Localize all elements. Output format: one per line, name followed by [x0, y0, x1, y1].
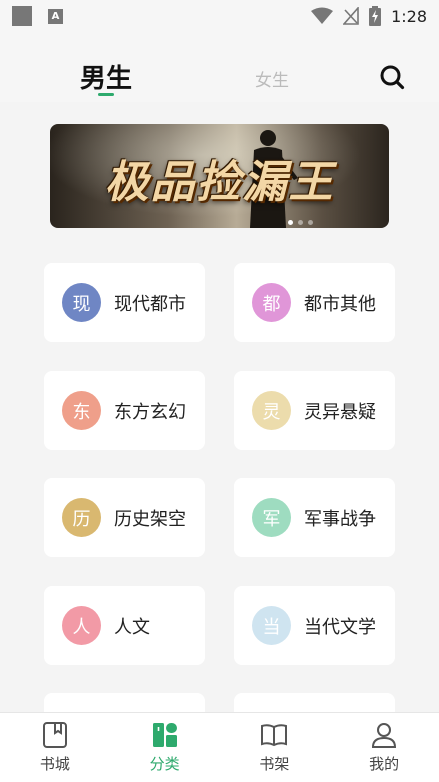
category-badge: 军	[252, 498, 291, 537]
nav-profile[interactable]: 我的	[329, 713, 439, 782]
nav-book-city[interactable]: 书城	[0, 713, 110, 782]
category-badge: 灵	[252, 391, 291, 430]
tab-female[interactable]: 女生	[255, 66, 289, 91]
nav-label: 书架	[259, 755, 290, 773]
search-icon[interactable]	[379, 64, 405, 90]
category-label: 历史架空	[114, 508, 186, 530]
category-badge: 现	[62, 283, 101, 322]
nav-bookshelf[interactable]: 书架	[220, 713, 330, 782]
no-signal-icon	[343, 7, 359, 25]
category-label: 当代文学	[304, 616, 376, 638]
category-label: 东方玄幻	[114, 401, 186, 423]
bookshelf-icon	[261, 724, 288, 747]
bottom-nav: 书城 分类 书架 我的	[0, 712, 439, 782]
category-card-lishi-jiakong[interactable]: 历 历史架空	[44, 478, 205, 557]
category-card-partial[interactable]	[234, 693, 395, 712]
nav-label: 我的	[369, 755, 400, 773]
banner-pagination	[288, 220, 313, 225]
category-badge: 当	[252, 606, 291, 645]
active-tab-indicator	[98, 93, 114, 96]
category-card-renwen[interactable]: 人 人文	[44, 586, 205, 665]
category-label: 人文	[114, 616, 150, 638]
banner-dot[interactable]	[288, 220, 293, 225]
category-label: 军事战争	[304, 508, 376, 530]
category-card-junshi-zhanzheng[interactable]: 军 军事战争	[234, 478, 395, 557]
square-icon	[12, 6, 32, 26]
category-card-xiandai-dushi[interactable]: 现 现代都市	[44, 263, 205, 342]
a-icon: A	[48, 8, 63, 24]
category-card-dushi-qita[interactable]: 都 都市其他	[234, 263, 395, 342]
category-label: 灵异悬疑	[304, 401, 376, 423]
promo-banner[interactable]: 极品捡漏王	[50, 124, 389, 228]
tab-male[interactable]: 男生	[80, 58, 132, 95]
category-card-dangdai-wenxue[interactable]: 当 当代文学	[234, 586, 395, 665]
category-label: 现代都市	[114, 293, 186, 315]
battery-charging-icon	[369, 6, 382, 26]
category-badge: 人	[62, 606, 101, 645]
banner-dot[interactable]	[308, 220, 313, 225]
wifi-icon	[311, 7, 334, 24]
nav-category[interactable]: 分类	[110, 713, 220, 782]
status-time: 1:28	[391, 6, 427, 26]
category-icon	[152, 723, 177, 747]
category-card-lingyi-xuanyi[interactable]: 灵 灵异悬疑	[234, 371, 395, 450]
profile-icon	[372, 723, 397, 748]
category-card-partial[interactable]	[44, 693, 205, 712]
banner-dot[interactable]	[298, 220, 303, 225]
banner-title: 极品捡漏王	[104, 157, 335, 208]
category-badge: 历	[62, 498, 101, 537]
category-badge: 都	[252, 283, 291, 322]
header: 男生 女生	[0, 32, 439, 102]
category-card-dongfang-xuanhuan[interactable]: 东 东方玄幻	[44, 371, 205, 450]
nav-label: 书城	[39, 755, 70, 773]
category-badge: 东	[62, 391, 101, 430]
status-bar: A 1:28	[0, 0, 439, 32]
nav-label: 分类	[149, 755, 180, 773]
category-label: 都市其他	[304, 293, 376, 315]
book-city-icon	[42, 722, 67, 748]
